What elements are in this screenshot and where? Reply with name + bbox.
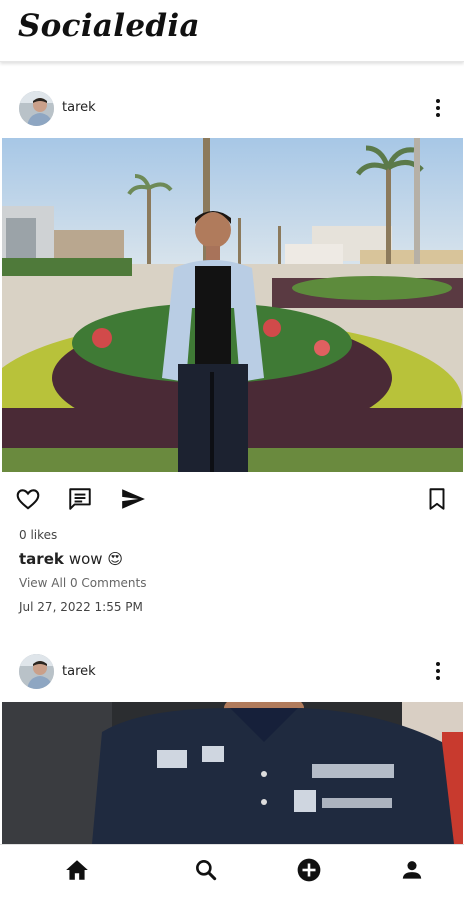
post-timestamp: Jul 27, 2022 1:55 PM — [19, 600, 143, 614]
post-header: tarek — [0, 638, 464, 702]
search-icon[interactable] — [193, 857, 219, 883]
avatar[interactable] — [19, 91, 54, 126]
caption-username[interactable]: tarek — [19, 550, 64, 568]
app-header: Socialedia — [0, 0, 464, 62]
view-comments-link[interactable]: View All 0 Comments — [19, 572, 464, 594]
post-image[interactable] — [2, 702, 463, 844]
bottom-nav — [0, 844, 464, 900]
post-meta: 0 likes tarek wow 😍 View All 0 Comments J… — [0, 524, 464, 618]
bookmark-icon[interactable] — [424, 486, 450, 512]
post-username[interactable]: tarek — [62, 664, 96, 679]
comment-icon[interactable] — [67, 486, 93, 512]
post-card: tarek — [0, 638, 464, 844]
profile-icon[interactable] — [399, 857, 425, 883]
feed[interactable]: tarek 0 likes tarek wow 😍 View All 0 Com… — [0, 62, 464, 844]
more-options-icon[interactable] — [430, 97, 446, 119]
more-options-icon[interactable] — [430, 660, 446, 682]
post-actions — [0, 472, 464, 524]
add-post-icon[interactable] — [296, 857, 322, 883]
post-card: tarek — [0, 62, 464, 618]
like-icon[interactable] — [15, 486, 41, 512]
post-image[interactable] — [2, 138, 463, 472]
caption: tarek wow 😍 — [19, 546, 464, 572]
post-header: tarek — [0, 62, 464, 138]
likes-count[interactable]: 0 likes — [19, 524, 464, 546]
avatar[interactable] — [19, 654, 54, 689]
share-icon[interactable] — [120, 486, 146, 512]
post-username[interactable]: tarek — [62, 100, 96, 115]
caption-emoji: 😍 — [107, 550, 123, 568]
home-icon[interactable] — [64, 857, 90, 883]
app-title: Socialedia — [18, 8, 200, 44]
caption-text: wow — [68, 550, 103, 568]
